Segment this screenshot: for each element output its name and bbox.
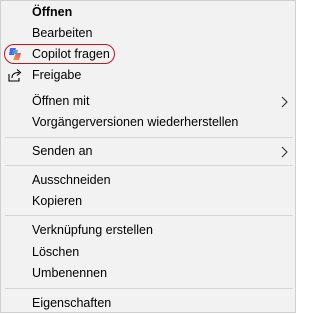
- menu-item-create-shortcut[interactable]: Verknüpfung erstellen: [1, 219, 295, 241]
- menu-item-label: Verknüpfung erstellen: [32, 223, 153, 237]
- copilot-icon: [7, 46, 23, 62]
- menu-item-label: Senden an: [32, 144, 93, 158]
- context-menu: Öffnen Bearbeiten Copilot fragen Freigab…: [0, 0, 296, 313]
- menu-item-restore-previous-versions[interactable]: Vorgängerversionen wiederherstellen: [1, 111, 295, 133]
- menu-separator: [5, 288, 293, 289]
- menu-item-copy[interactable]: Kopieren: [1, 190, 295, 212]
- menu-item-label: Öffnen mit: [32, 94, 90, 108]
- menu-item-ask-copilot[interactable]: Copilot fragen: [1, 43, 295, 65]
- menu-item-properties[interactable]: Eigenschaften: [1, 292, 295, 314]
- chevron-right-icon: [277, 94, 291, 108]
- menu-item-open-with[interactable]: Öffnen mit: [1, 90, 295, 112]
- share-icon: [7, 67, 23, 83]
- menu-item-label: Freigabe: [32, 68, 82, 82]
- chevron-right-icon: [277, 144, 291, 158]
- menu-item-label: Bearbeiten: [32, 26, 93, 40]
- menu-item-share[interactable]: Freigabe: [1, 64, 295, 86]
- menu-separator: [5, 215, 293, 216]
- menu-item-open[interactable]: Öffnen: [1, 1, 295, 23]
- menu-item-send-to[interactable]: Senden an: [1, 140, 295, 162]
- menu-item-cut[interactable]: Ausschneiden: [1, 169, 295, 191]
- menu-item-rename[interactable]: Umbenennen: [1, 262, 295, 284]
- menu-item-label: Copilot fragen: [32, 47, 110, 61]
- menu-item-label: Eigenschaften: [32, 296, 112, 310]
- menu-item-edit[interactable]: Bearbeiten: [1, 22, 295, 44]
- menu-item-label: Vorgängerversionen wiederherstellen: [32, 115, 239, 129]
- menu-separator: [5, 137, 293, 138]
- menu-item-label: Öffnen: [32, 5, 73, 19]
- menu-separator: [5, 165, 293, 166]
- menu-item-label: Umbenennen: [32, 266, 108, 280]
- menu-item-label: Kopieren: [32, 194, 83, 208]
- menu-item-delete[interactable]: Löschen: [1, 241, 295, 263]
- menu-item-label: Ausschneiden: [32, 173, 111, 187]
- menu-item-label: Löschen: [32, 245, 80, 259]
